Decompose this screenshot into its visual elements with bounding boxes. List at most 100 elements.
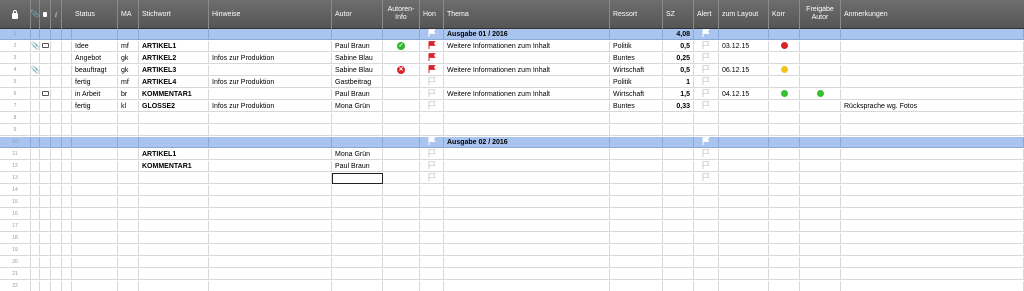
alert-cell[interactable] <box>694 233 719 244</box>
hon-cell[interactable] <box>420 221 444 232</box>
ma-cell[interactable] <box>118 209 139 220</box>
korr-cell[interactable] <box>769 257 800 268</box>
info-cell[interactable] <box>51 209 62 220</box>
zum-layout-cell[interactable] <box>719 245 769 256</box>
autor-cell[interactable] <box>332 185 383 196</box>
anmerkungen-cell[interactable] <box>841 233 1024 244</box>
attachment-cell[interactable] <box>31 149 40 160</box>
hon-cell[interactable] <box>420 77 444 88</box>
autoren-info-cell[interactable] <box>383 281 420 291</box>
hon-cell[interactable] <box>420 161 444 172</box>
attachment-cell[interactable] <box>31 221 40 232</box>
ma-cell[interactable] <box>118 185 139 196</box>
alert-cell[interactable] <box>694 101 719 112</box>
zum-layout-cell[interactable] <box>719 161 769 172</box>
autoren-info-cell[interactable] <box>383 53 420 64</box>
status-cell[interactable] <box>72 161 118 172</box>
sz-cell[interactable] <box>663 173 694 184</box>
thema-cell[interactable] <box>444 233 610 244</box>
zum-layout-cell[interactable] <box>719 29 769 40</box>
autoren-info-cell[interactable] <box>383 209 420 220</box>
ressort-cell[interactable] <box>610 269 663 280</box>
freigabe-autor-cell[interactable] <box>800 245 841 256</box>
autor-cell[interactable]: Mona Grün <box>332 149 383 160</box>
anmerkungen-column-header[interactable]: Anmerkungen <box>841 0 1024 29</box>
thema-cell[interactable] <box>444 197 610 208</box>
autor-cell[interactable] <box>332 113 383 124</box>
autor-cell[interactable] <box>332 245 383 256</box>
attachment-cell[interactable] <box>31 125 40 136</box>
thema-cell[interactable] <box>444 185 610 196</box>
ma-cell[interactable] <box>118 233 139 244</box>
sz-cell[interactable] <box>663 233 694 244</box>
comment-cell[interactable] <box>40 53 51 64</box>
ma-cell[interactable] <box>118 29 139 40</box>
hinweise-cell[interactable] <box>209 257 332 268</box>
anmerkungen-cell[interactable] <box>841 185 1024 196</box>
table-row[interactable]: 17 <box>0 221 1024 232</box>
ressort-cell[interactable] <box>610 173 663 184</box>
status-cell[interactable]: Angebot <box>72 53 118 64</box>
autor-cell[interactable] <box>332 221 383 232</box>
autoren-info-cell[interactable] <box>383 185 420 196</box>
stichwort-cell[interactable] <box>139 197 209 208</box>
stichwort-cell[interactable] <box>139 281 209 291</box>
attachment-cell[interactable] <box>31 137 40 148</box>
alert-cell[interactable] <box>694 269 719 280</box>
anmerkungen-cell[interactable] <box>841 53 1024 64</box>
alert-cell[interactable] <box>694 197 719 208</box>
zum-layout-cell[interactable]: 04.12.15 <box>719 89 769 100</box>
table-row[interactable]: 15 <box>0 197 1024 208</box>
freigabe-autor-cell[interactable] <box>800 89 841 100</box>
freigabe-autor-cell[interactable] <box>800 137 841 148</box>
thema-cell[interactable] <box>444 77 610 88</box>
freigabe-autor-cell[interactable] <box>800 269 841 280</box>
alert-cell[interactable] <box>694 245 719 256</box>
ressort-cell[interactable] <box>610 281 663 291</box>
sz-cell[interactable] <box>663 185 694 196</box>
korr-cell[interactable] <box>769 41 800 52</box>
attachment-cell[interactable] <box>31 101 40 112</box>
comment-cell[interactable] <box>40 173 51 184</box>
hon-cell[interactable] <box>420 257 444 268</box>
comment-cell[interactable] <box>40 77 51 88</box>
ressort-cell[interactable]: Politik <box>610 77 663 88</box>
korr-cell[interactable] <box>769 113 800 124</box>
hon-cell[interactable] <box>420 197 444 208</box>
info-cell[interactable] <box>51 233 62 244</box>
table-row[interactable]: 12 KOMMENTAR1 Paul Braun <box>0 161 1024 172</box>
korr-cell[interactable] <box>769 77 800 88</box>
stichwort-cell[interactable] <box>139 245 209 256</box>
zum-layout-cell[interactable] <box>719 221 769 232</box>
ressort-cell[interactable] <box>610 185 663 196</box>
section-header-row[interactable]: 10 Ausgabe 02 / 2016 <box>0 137 1024 148</box>
table-row[interactable]: 20 <box>0 257 1024 268</box>
autoren-info-cell[interactable] <box>383 257 420 268</box>
sz-cell[interactable] <box>663 113 694 124</box>
zum-layout-cell[interactable] <box>719 257 769 268</box>
stichwort-cell[interactable]: ARTIKEL4 <box>139 77 209 88</box>
thema-cell[interactable] <box>444 257 610 268</box>
anmerkungen-cell[interactable] <box>841 41 1024 52</box>
zum-layout-cell[interactable] <box>719 281 769 291</box>
hinweise-cell[interactable]: Infos zur Produktion <box>209 101 332 112</box>
freigabe-autor-cell[interactable] <box>800 197 841 208</box>
ressort-column-header[interactable]: Ressort <box>610 0 663 29</box>
status-column-header[interactable]: Status <box>72 0 118 29</box>
autor-cell[interactable] <box>332 197 383 208</box>
hinweise-cell[interactable] <box>209 29 332 40</box>
zum-layout-cell[interactable] <box>719 77 769 88</box>
attachment-cell[interactable] <box>31 113 40 124</box>
comment-column-header[interactable] <box>40 0 51 29</box>
ressort-cell[interactable]: Buntes <box>610 53 663 64</box>
korr-cell[interactable] <box>769 161 800 172</box>
anmerkungen-cell[interactable] <box>841 221 1024 232</box>
thema-cell[interactable]: Ausgabe 01 / 2016 <box>444 29 610 40</box>
korr-cell[interactable] <box>769 185 800 196</box>
comment-cell[interactable] <box>40 113 51 124</box>
comment-cell[interactable] <box>40 149 51 160</box>
autor-cell[interactable] <box>332 209 383 220</box>
alert-cell[interactable] <box>694 125 719 136</box>
hon-cell[interactable] <box>420 65 444 76</box>
stichwort-cell[interactable]: GLOSSE2 <box>139 101 209 112</box>
